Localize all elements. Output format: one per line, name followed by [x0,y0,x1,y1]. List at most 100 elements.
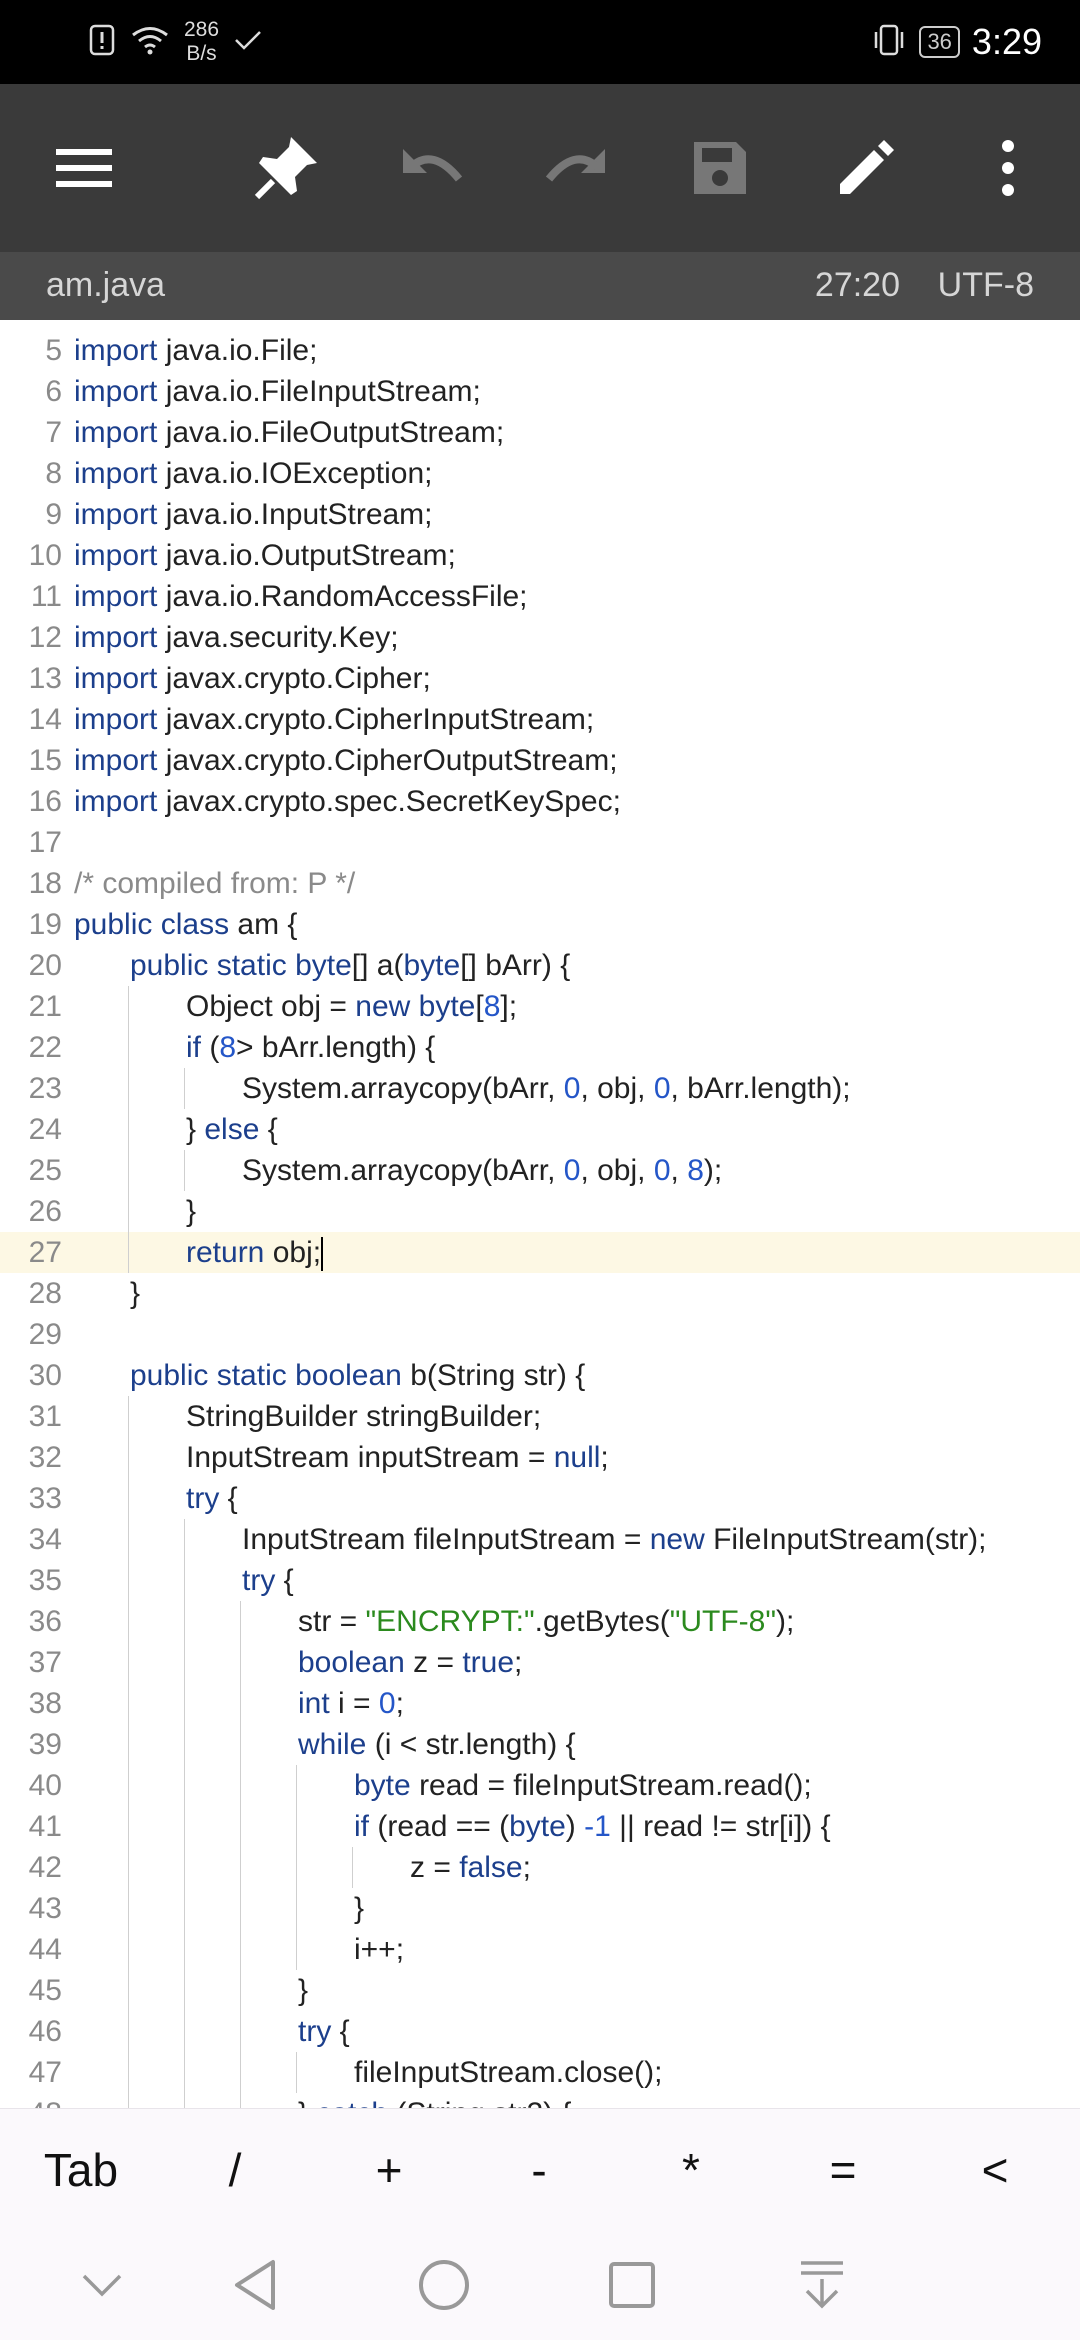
line-number: 6 [45,375,62,408]
key-slash[interactable]: / [158,2109,312,2231]
indent-guide [240,1970,241,2011]
code-line[interactable]: 41 if (read == (byte) -1 || read != str[i… [0,1806,1080,1847]
code-line[interactable]: 33 try { [0,1478,1080,1519]
back-button[interactable] [216,2250,296,2320]
code-line[interactable]: 35 try { [0,1560,1080,1601]
more-options-button[interactable] [968,128,1048,208]
code-line[interactable]: 14 import javax.crypto.CipherInputStream; [0,699,1080,740]
code-line[interactable]: 11 import java.io.RandomAccessFile; [0,576,1080,617]
key-asterisk[interactable]: * [614,2109,768,2231]
line-number: 29 [28,1318,62,1351]
key-tab[interactable]: Tab [4,2109,158,2231]
code-line[interactable]: 39 while (i < str.length) { [0,1724,1080,1765]
indent-guide [352,1847,353,1888]
indent-guide [128,1396,129,1437]
code-line[interactable]: 32 InputStream inputStream = null; [0,1437,1080,1478]
code-line[interactable]: 45} [0,1970,1080,2011]
code-text: import javax.crypto.spec.SecretKeySpec; [74,781,621,822]
code-line[interactable]: 36 str = "ENCRYPT:".getBytes("UTF-8"); [0,1601,1080,1642]
code-token: ; [514,1646,523,1679]
code-line[interactable]: 31 StringBuilder stringBuilder; [0,1396,1080,1437]
code-line[interactable]: 15 import javax.crypto.CipherOutputStream… [0,740,1080,781]
code-line[interactable]: 19 public class am { [0,904,1080,945]
line-number: 25 [28,1154,62,1187]
menu-button[interactable] [44,128,124,208]
code-line[interactable]: 16 import javax.crypto.spec.SecretKeySpec… [0,781,1080,822]
code-line[interactable]: 46 try { [0,2011,1080,2052]
code-token: [] a( [351,949,404,982]
edit-button[interactable] [826,128,906,208]
code-token: am { [237,908,298,941]
code-text: i++; [354,1929,404,1970]
cursor-position: 27:20 [814,266,900,304]
code-line[interactable]: 38 int i = 0; [0,1683,1080,1724]
code-token: , obj, [580,1154,654,1187]
code-line[interactable]: 44 i++; [0,1929,1080,1970]
code-line[interactable]: 34 InputStream fileInputStream = new File… [0,1519,1080,1560]
key-equals[interactable]: = [766,2109,920,2231]
extra-keys-bar: Tab / + - * = < [0,2108,1080,2231]
code-line[interactable]: 10 import java.io.OutputStream; [0,535,1080,576]
indent-guide [184,1150,185,1191]
code-line[interactable]: 47 fileInputStream.close(); [0,2052,1080,2093]
line-number: 30 [28,1359,62,1392]
line-number: 22 [28,1031,62,1064]
code-line[interactable]: 5 import java.io.File; [0,330,1080,371]
code-line[interactable]: 6 import java.io.FileInputStream; [0,371,1080,412]
code-line[interactable]: 12 import java.security.Key; [0,617,1080,658]
code-token: || read != str[i]) { [619,1810,831,1843]
pin-button[interactable] [246,128,326,208]
code-text: import java.io.IOException; [74,453,433,494]
code-line[interactable]: 24} else { [0,1109,1080,1150]
code-line[interactable]: 8 import java.io.IOException; [0,453,1080,494]
code-line[interactable]: 7 import java.io.FileOutputStream; [0,412,1080,453]
line-number: 36 [28,1605,62,1638]
code-token: fileInputStream.close(); [354,2056,663,2089]
file-info-bar: am.java 27:20 UTF-8 [0,252,1080,320]
code-token: str = [298,1605,366,1638]
indent-guide [184,2011,185,2052]
code-editor[interactable]: 5 import java.io.File; 6 import java.io.Fil… [0,320,1080,2108]
code-line[interactable]: 13 import javax.crypto.Cipher; [0,658,1080,699]
code-line[interactable]: 25 System.arraycopy(bArr, 0, obj, 0, 8); [0,1150,1080,1191]
code-line[interactable]: 26} [0,1191,1080,1232]
hide-keyboard-button[interactable] [62,2250,142,2320]
code-text: import java.io.FileOutputStream; [74,412,504,453]
code-line[interactable]: 22 if (8> bArr.length) { [0,1027,1080,1068]
code-line[interactable]: 42 z = false; [0,1847,1080,1888]
key-minus[interactable]: - [462,2109,616,2231]
code-line[interactable]: 23 System.arraycopy(bArr, 0, obj, 0, bArr… [0,1068,1080,1109]
home-button[interactable] [404,2250,484,2320]
code-token: (read == ( [377,1810,510,1843]
code-token: javax.crypto.spec.SecretKeySpec; [165,785,621,818]
save-button[interactable] [680,128,760,208]
code-line[interactable]: 21 Object obj = new byte[8]; [0,986,1080,1027]
undo-button[interactable] [392,128,472,208]
keyword-token: catch [316,2097,388,2108]
code-line[interactable]: 30 public static boolean b(String str) { [0,1355,1080,1396]
key-less-than[interactable]: < [918,2109,1072,2231]
code-line[interactable]: 29 [0,1314,1080,1355]
keyword-token: false [459,1851,523,1884]
current-code-line[interactable]: 27 return obj; [0,1232,1080,1273]
recents-button[interactable] [592,2250,672,2320]
indent-guide [296,1929,297,1970]
code-line[interactable]: 48} catch (String str2) { [0,2093,1080,2108]
code-line[interactable]: 37 boolean z = true; [0,1642,1080,1683]
code-line[interactable]: 18 /* compiled from: P */ [0,863,1080,904]
comment-token: /* compiled from: P */ [74,867,356,900]
key-plus[interactable]: + [312,2109,466,2231]
undo-icon [403,149,463,182]
code-line[interactable]: 40 byte read = fileInputStream.read(); [0,1765,1080,1806]
indent-guide [184,1929,185,1970]
code-token: ; [600,1441,609,1474]
indent-guide [240,1724,241,1765]
code-text: while (i < str.length) { [298,1724,576,1765]
redo-button[interactable] [536,128,616,208]
code-line[interactable]: 17 [0,822,1080,863]
code-line[interactable]: 28} [0,1273,1080,1314]
download-button[interactable] [782,2250,862,2320]
code-line[interactable]: 20 public static byte[] a(byte[] bArr) { [0,945,1080,986]
code-line[interactable]: 9 import java.io.InputStream; [0,494,1080,535]
code-line[interactable]: 43} [0,1888,1080,1929]
